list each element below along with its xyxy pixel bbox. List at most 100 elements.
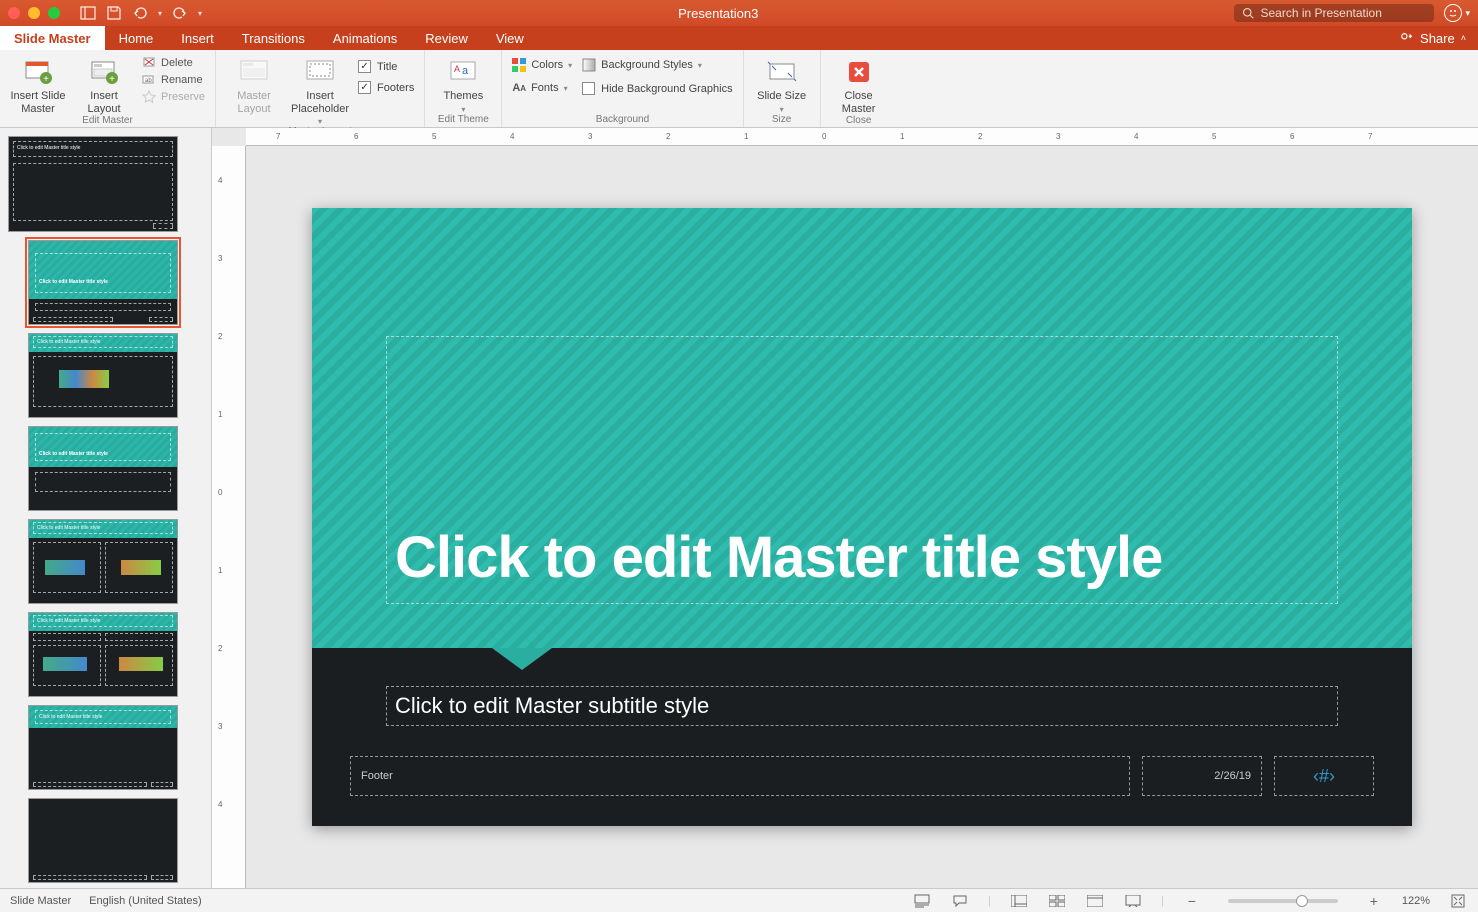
undo-icon[interactable] bbox=[132, 5, 148, 21]
slide-notch-decoration bbox=[492, 648, 552, 670]
layout-thumbnail-2[interactable]: Click to edit Master title style bbox=[28, 333, 211, 418]
work-area: 1 Click to edit Master title style Click… bbox=[0, 128, 1478, 888]
subtitle-placeholder[interactable]: Click to edit Master subtitle style bbox=[386, 686, 1338, 726]
group-label: Size bbox=[754, 114, 810, 127]
layout-thumbnail-7[interactable] bbox=[28, 798, 211, 883]
tab-transitions[interactable]: Transitions bbox=[228, 26, 319, 50]
colors-dropdown[interactable]: Colors▾ bbox=[512, 58, 572, 72]
page-number-placeholder[interactable]: ‹#› bbox=[1274, 756, 1374, 796]
normal-view-button[interactable] bbox=[1009, 893, 1029, 909]
undo-dropdown-icon[interactable]: ▾ bbox=[158, 9, 162, 18]
svg-text:+: + bbox=[43, 74, 49, 85]
share-button[interactable]: Share ˄ bbox=[1388, 26, 1478, 50]
titlebar: ▾ ▾ Presentation3 Search in Presentation… bbox=[0, 0, 1478, 26]
themes-icon: Aa bbox=[447, 56, 479, 88]
svg-text:+: + bbox=[109, 74, 115, 85]
slide[interactable]: Click to edit Master title style Click t… bbox=[312, 208, 1412, 826]
layout-thumbnail-5[interactable]: Click to edit Master title style bbox=[28, 612, 211, 697]
search-placeholder: Search in Presentation bbox=[1260, 6, 1381, 20]
document-title: Presentation3 bbox=[202, 6, 1234, 21]
close-master-button[interactable]: Close Master bbox=[831, 56, 887, 115]
collapse-ribbon-icon[interactable]: ˄ bbox=[1461, 33, 1466, 43]
hide-background-checkbox[interactable]: Hide Background Graphics bbox=[582, 82, 732, 95]
minimize-window-icon[interactable] bbox=[28, 7, 40, 19]
reading-view-button[interactable] bbox=[1085, 893, 1105, 909]
insert-slide-master-icon: + bbox=[22, 56, 54, 88]
tab-home[interactable]: Home bbox=[105, 26, 168, 50]
group-label: Background bbox=[512, 114, 732, 127]
layout-thumbnail-3[interactable]: Click to edit Master title style bbox=[28, 426, 211, 511]
slide-scroll-area[interactable]: Click to edit Master title style Click t… bbox=[246, 146, 1478, 888]
zoom-window-icon[interactable] bbox=[48, 7, 60, 19]
account-dropdown-icon[interactable]: ▾ bbox=[1465, 8, 1470, 19]
ribbon-tabs: Slide Master Home Insert Transitions Ani… bbox=[0, 26, 1478, 50]
share-icon bbox=[1400, 31, 1414, 45]
svg-text:A: A bbox=[454, 64, 460, 74]
preserve-icon bbox=[142, 90, 156, 104]
chevron-down-icon: ▾ bbox=[461, 105, 465, 114]
background-styles-icon bbox=[582, 58, 596, 72]
group-label: Edit Theme bbox=[435, 114, 491, 127]
rename-button[interactable]: abRename bbox=[142, 73, 205, 87]
search-input[interactable]: Search in Presentation bbox=[1234, 4, 1434, 22]
save-icon[interactable] bbox=[106, 5, 122, 21]
footer-placeholder[interactable]: Footer bbox=[350, 756, 1130, 796]
tab-view[interactable]: View bbox=[482, 26, 538, 50]
title-placeholder[interactable]: Click to edit Master title style bbox=[386, 336, 1338, 604]
master-layout-button: Master Layout bbox=[226, 56, 282, 115]
redo-icon[interactable] bbox=[172, 5, 188, 21]
background-styles-dropdown[interactable]: Background Styles▾ bbox=[582, 58, 732, 72]
delete-button[interactable]: Delete bbox=[142, 56, 205, 70]
layout-thumbnail-1[interactable]: Click to edit Master title style bbox=[28, 240, 211, 325]
insert-slide-master-button[interactable]: + Insert Slide Master bbox=[10, 56, 66, 115]
master-thumbnail[interactable]: 1 Click to edit Master title style bbox=[8, 136, 211, 232]
insert-layout-icon: + bbox=[88, 56, 120, 88]
feedback-icon[interactable] bbox=[1444, 4, 1462, 22]
sidebar-toggle-icon[interactable] bbox=[80, 5, 96, 21]
slide-size-button[interactable]: Slide Size ▾ bbox=[754, 56, 810, 114]
qat-customize-icon[interactable]: ▾ bbox=[198, 9, 202, 18]
layout-thumbnail-4[interactable]: Click to edit Master title style bbox=[28, 519, 211, 604]
date-placeholder[interactable]: 2/26/19 bbox=[1142, 756, 1262, 796]
slideshow-button[interactable] bbox=[1123, 893, 1143, 909]
tab-insert[interactable]: Insert bbox=[167, 26, 228, 50]
zoom-level[interactable]: 122% bbox=[1402, 895, 1430, 907]
insert-layout-button[interactable]: + Insert Layout bbox=[76, 56, 132, 115]
ribbon-group-master-layout: Master Layout Insert Placeholder ▾ ✓Titl… bbox=[216, 50, 425, 127]
ribbon-group-edit-theme: Aa Themes ▾ Edit Theme bbox=[425, 50, 502, 127]
status-mode: Slide Master bbox=[10, 895, 71, 907]
status-language[interactable]: English (United States) bbox=[89, 895, 202, 907]
insert-placeholder-icon bbox=[304, 56, 336, 88]
chevron-down-icon: ▾ bbox=[318, 117, 322, 126]
thumbnail-pane[interactable]: 1 Click to edit Master title style Click… bbox=[0, 128, 212, 888]
ribbon: + Insert Slide Master + Insert Layout De… bbox=[0, 50, 1478, 128]
footers-checkbox[interactable]: ✓Footers bbox=[358, 81, 414, 94]
comments-button[interactable] bbox=[950, 893, 970, 909]
slide-size-icon bbox=[766, 56, 798, 88]
tab-review[interactable]: Review bbox=[411, 26, 482, 50]
master-layout-icon bbox=[238, 56, 270, 88]
colors-icon bbox=[512, 58, 526, 72]
layout-thumbnail-6[interactable]: Click to edit Master title style bbox=[28, 705, 211, 790]
zoom-slider[interactable] bbox=[1228, 899, 1338, 903]
ribbon-group-edit-master: + Insert Slide Master + Insert Layout De… bbox=[0, 50, 216, 127]
insert-placeholder-button[interactable]: Insert Placeholder ▾ bbox=[292, 56, 348, 126]
close-window-icon[interactable] bbox=[8, 7, 20, 19]
fonts-dropdown[interactable]: AAFonts▾ bbox=[512, 82, 572, 94]
ribbon-group-close: Close Master Close bbox=[821, 50, 897, 127]
zoom-in-button[interactable]: + bbox=[1364, 893, 1384, 909]
tab-slide-master[interactable]: Slide Master bbox=[0, 26, 105, 50]
svg-text:a: a bbox=[462, 65, 469, 77]
themes-button[interactable]: Aa Themes ▾ bbox=[435, 56, 491, 114]
fit-to-window-button[interactable] bbox=[1448, 893, 1468, 909]
tab-animations[interactable]: Animations bbox=[319, 26, 411, 50]
title-checkbox[interactable]: ✓Title bbox=[358, 60, 414, 73]
fonts-icon: AA bbox=[512, 82, 526, 94]
sorter-view-button[interactable] bbox=[1047, 893, 1067, 909]
rename-icon: ab bbox=[142, 73, 156, 87]
quick-access-toolbar: ▾ ▾ bbox=[80, 5, 202, 21]
zoom-out-button[interactable]: − bbox=[1182, 893, 1202, 909]
search-icon bbox=[1242, 7, 1254, 19]
notes-button[interactable] bbox=[912, 893, 932, 909]
preserve-button: Preserve bbox=[142, 90, 205, 104]
